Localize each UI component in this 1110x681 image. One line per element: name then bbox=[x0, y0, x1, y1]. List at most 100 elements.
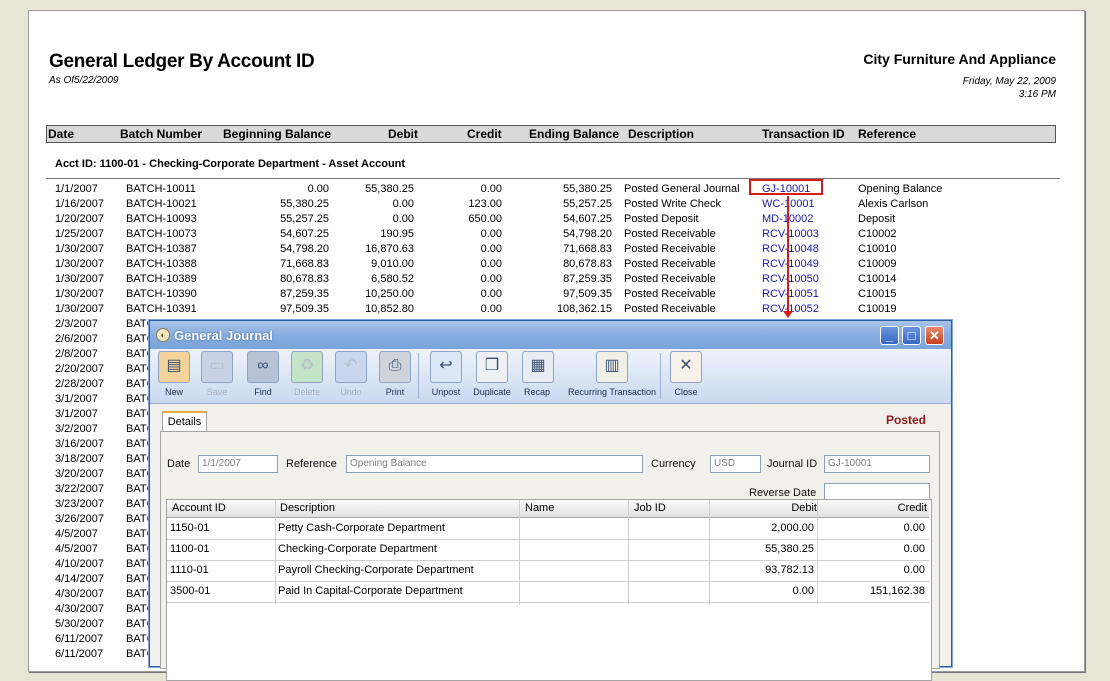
toolbar-button-delete[interactable]: ♻ Delete bbox=[290, 351, 324, 401]
ledger-cell-date: 3/18/2007 bbox=[55, 453, 104, 465]
ledger-cell-date: 3/1/2007 bbox=[55, 393, 98, 405]
ledger-cell-date: 3/16/2007 bbox=[55, 438, 104, 450]
col-date: Date bbox=[48, 127, 75, 141]
toolbar-button-unpost[interactable]: ↩ Unpost bbox=[426, 351, 466, 401]
ledger-cell-beg: 54,607.25 bbox=[280, 228, 329, 240]
reference-field[interactable]: Opening Balance bbox=[346, 455, 643, 473]
report-time: 3:16 PM bbox=[1018, 89, 1056, 100]
close-form-icon: ✕ bbox=[670, 351, 702, 383]
ledger-cell-credit: 0.00 bbox=[480, 183, 502, 195]
grid-col-job-id[interactable]: Job ID bbox=[634, 502, 666, 514]
ledger-cell-tid[interactable]: RCV-10003 bbox=[762, 228, 819, 240]
ledger-cell-ref: C10015 bbox=[858, 288, 897, 300]
details-panel: Date 1/1/2007 Reference Opening Balance … bbox=[160, 431, 940, 681]
grid-cell-debit: 2,000.00 bbox=[771, 522, 814, 534]
ledger-cell-date: 1/25/2007 bbox=[55, 228, 104, 240]
ledger-cell-debit: 0.00 bbox=[392, 213, 414, 225]
ledger-cell-date: 6/11/2007 bbox=[55, 648, 104, 660]
toolbar-button-new[interactable]: ▤ New bbox=[158, 351, 190, 401]
ledger-cell-credit: 123.00 bbox=[468, 198, 502, 210]
report-date: Friday, May 22, 2009 bbox=[962, 76, 1056, 87]
ledger-cell-beg: 80,678.83 bbox=[280, 273, 329, 285]
ledger-cell-debit: 16,870.63 bbox=[365, 243, 414, 255]
minimize-button[interactable]: _ bbox=[880, 326, 899, 345]
journal-grid: Account ID Description Name Job ID Debit… bbox=[166, 499, 932, 681]
ledger-cell-debit: 10,852.80 bbox=[365, 303, 414, 315]
ledger-cell-date: 2/6/2007 bbox=[55, 333, 98, 345]
ledger-cell-desc: Posted Receivable bbox=[624, 273, 716, 285]
tab-details[interactable]: Details bbox=[162, 411, 207, 432]
toolbar-button-save[interactable]: ▭ Save bbox=[201, 351, 233, 401]
ledger-cell-end: 71,668.83 bbox=[563, 243, 612, 255]
toolbar-button-label: Duplicate bbox=[473, 387, 511, 397]
journal-id-label: Journal ID bbox=[767, 458, 818, 470]
ledger-cell-ref: Alexis Carlson bbox=[858, 198, 929, 210]
grid-divider bbox=[519, 500, 520, 605]
ledger-cell-tid[interactable]: RCV-10049 bbox=[762, 258, 819, 270]
ledger-cell-beg: 97,509.35 bbox=[280, 303, 329, 315]
toolbar-button-recap[interactable]: ▦ Recap bbox=[522, 351, 554, 401]
grid-divider bbox=[709, 500, 710, 605]
ledger-cell-beg: 55,257.25 bbox=[280, 213, 329, 225]
close-icon: ✕ bbox=[929, 328, 940, 343]
grid-cell-credit: 0.00 bbox=[903, 522, 925, 534]
grid-cell-account: 1150-01 bbox=[170, 522, 210, 534]
grid-row[interactable]: 3500-01 Paid In Capital-Corporate Departm… bbox=[167, 581, 929, 603]
toolbar-button-undo[interactable]: ↶ Undo bbox=[335, 351, 367, 401]
ledger-cell-desc: Posted General Journal bbox=[624, 183, 740, 195]
column-header-bar: Date Batch Number Beginning Balance Debi… bbox=[46, 125, 1056, 143]
recurring-icon: ▥ bbox=[596, 351, 628, 383]
ledger-cell-date: 3/23/2007 bbox=[55, 498, 104, 510]
save-icon: ▭ bbox=[201, 351, 233, 383]
toolbar-button-label: New bbox=[164, 387, 183, 397]
ledger-cell-credit: 0.00 bbox=[480, 258, 502, 270]
currency-field[interactable]: USD bbox=[710, 455, 761, 473]
grid-row[interactable]: 1150-01 Petty Cash-Corporate Department 2,… bbox=[167, 518, 929, 540]
toolbar-button-close[interactable]: ✕ Close bbox=[670, 351, 702, 401]
grid-col-credit[interactable]: Credit bbox=[823, 502, 927, 514]
grid-col-description[interactable]: Description bbox=[280, 502, 335, 514]
ledger-cell-end: 54,607.25 bbox=[563, 213, 612, 225]
ledger-cell-credit: 0.00 bbox=[480, 228, 502, 240]
ledger-row: 1/25/2007 BATCH-10073 54,607.25 190.95 0.00 5… bbox=[29, 227, 1084, 242]
ledger-cell-credit: 0.00 bbox=[480, 243, 502, 255]
col-transaction-id: Transaction ID bbox=[762, 127, 845, 141]
ledger-cell-ref: Deposit bbox=[858, 213, 896, 225]
ledger-cell-ref: C10014 bbox=[858, 273, 897, 285]
ledger-cell-date: 1/20/2007 bbox=[55, 213, 104, 225]
ledger-cell-date: 6/11/2007 bbox=[55, 633, 104, 645]
ledger-cell-tid[interactable]: RCV-10048 bbox=[762, 243, 819, 255]
toolbar-button-label: Recurring Transaction bbox=[567, 387, 657, 397]
journal-id-field[interactable]: GJ-10001 bbox=[824, 455, 930, 473]
ledger-cell-tid[interactable]: RCV-10050 bbox=[762, 273, 819, 285]
col-description: Description bbox=[628, 127, 695, 141]
close-window-button[interactable]: ✕ bbox=[925, 326, 944, 345]
ledger-cell-date: 3/2/2007 bbox=[55, 423, 98, 435]
toolbar-button-duplicate[interactable]: ❐ Duplicate bbox=[471, 351, 513, 401]
ledger-cell-ref: C10019 bbox=[858, 303, 897, 315]
grid-cell-credit: 151,162.38 bbox=[869, 585, 925, 597]
grid-col-name[interactable]: Name bbox=[525, 502, 554, 514]
maximize-button[interactable]: □ bbox=[902, 326, 921, 345]
ledger-cell-batch: BATCH-10390 bbox=[126, 288, 197, 300]
toolbar-button-label: Unpost bbox=[431, 387, 461, 397]
grid-col-debit[interactable]: Debit bbox=[715, 502, 817, 514]
toolbar-button-recurring-transaction[interactable]: ▥ Recurring Transaction bbox=[562, 351, 662, 401]
grid-header: Account ID Description Name Job ID Debit… bbox=[167, 500, 929, 518]
grid-row[interactable]: 1100-01 Checking-Corporate Department 55,3… bbox=[167, 539, 929, 561]
ledger-cell-date: 3/26/2007 bbox=[55, 513, 104, 525]
toolbar-button-find[interactable]: ∞ Find bbox=[246, 351, 280, 401]
grid-row[interactable]: 1110-01 Payroll Checking-Corporate Depart… bbox=[167, 560, 929, 582]
date-field[interactable]: 1/1/2007 bbox=[198, 455, 278, 473]
grid-cell-debit: 93,782.13 bbox=[765, 564, 814, 576]
grid-col-account-id[interactable]: Account ID bbox=[172, 502, 226, 514]
date-label: Date bbox=[167, 458, 191, 470]
ledger-cell-end: 55,257.25 bbox=[563, 198, 612, 210]
ledger-cell-debit: 190.95 bbox=[380, 228, 414, 240]
toolbar-button-print[interactable]: ⎙ Print bbox=[377, 351, 413, 401]
ledger-cell-desc: Posted Receivable bbox=[624, 243, 716, 255]
ledger-cell-tid[interactable]: RCV-10051 bbox=[762, 288, 819, 300]
ledger-cell-batch: BATCH-10073 bbox=[126, 228, 197, 240]
window-titlebar[interactable]: ◐ General Journal _ □ ✕ bbox=[150, 321, 951, 349]
recap-icon: ▦ bbox=[522, 351, 554, 383]
